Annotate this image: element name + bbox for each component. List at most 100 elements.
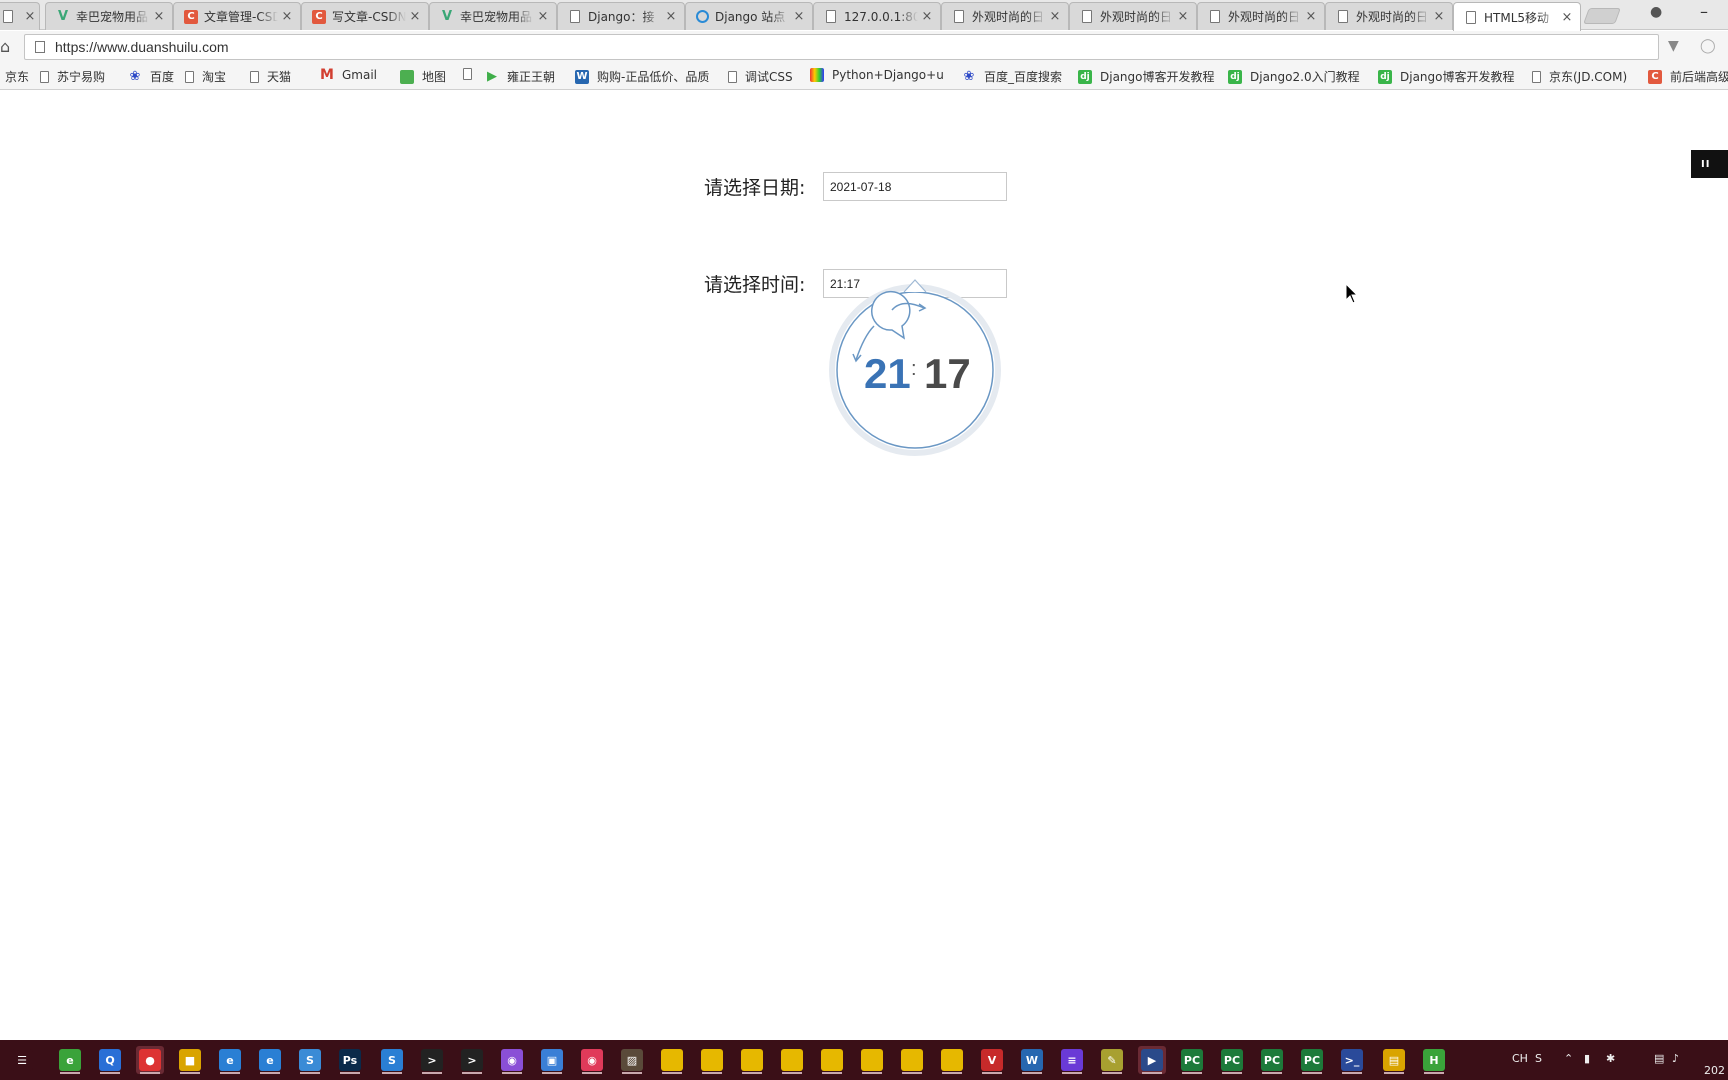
bookmark-item[interactable]: 调试CSS: [728, 68, 793, 85]
browser-tab[interactable]: Django：接 ×: [557, 2, 685, 30]
browser-tab[interactable]: V 幸巴宠物用品 ×: [45, 2, 173, 30]
bookmark-item[interactable]: dj Django博客开发教程: [1378, 68, 1515, 85]
clock-hour[interactable]: 21: [864, 350, 911, 398]
bookmark-item[interactable]: 京东(JD.COM): [1532, 68, 1627, 85]
app-icon[interactable]: ■: [176, 1046, 204, 1074]
tab-close-icon[interactable]: ×: [1302, 9, 1320, 24]
folder-icon[interactable]: [938, 1046, 966, 1074]
folder-icon[interactable]: [698, 1046, 726, 1074]
app-icon[interactable]: ▣: [538, 1046, 566, 1074]
bookmark-item[interactable]: dj Django博客开发教程: [1078, 68, 1215, 85]
app-icon[interactable]: ▤: [1380, 1046, 1408, 1074]
tab-close-icon[interactable]: ×: [1430, 9, 1448, 24]
bookmark-item[interactable]: 地图: [400, 68, 446, 85]
media-player-icon[interactable]: ▶: [1138, 1046, 1166, 1074]
tab-close-icon[interactable]: ×: [278, 9, 296, 24]
bookmark-item[interactable]: ❀ 百度_百度搜索: [962, 68, 1062, 85]
tab-close-icon[interactable]: ×: [406, 9, 424, 24]
bookmark-item[interactable]: [463, 68, 480, 80]
browser-tab[interactable]: V 幸巴宠物用品 ×: [429, 2, 557, 30]
color-wheel-icon[interactable]: ◉: [498, 1046, 526, 1074]
side-pause-button[interactable]: II: [1691, 150, 1728, 178]
bookmark-item[interactable]: 苏宁易购: [40, 68, 105, 85]
bluetooth-icon[interactable]: ✱: [1606, 1052, 1615, 1065]
terminal-icon[interactable]: >: [458, 1046, 486, 1074]
folder-icon[interactable]: [658, 1046, 686, 1074]
palette-icon[interactable]: ≡: [1058, 1046, 1086, 1074]
tab-close-icon[interactable]: ×: [150, 9, 168, 24]
network-icon[interactable]: ▤: [1654, 1052, 1664, 1065]
folder-icon[interactable]: [818, 1046, 846, 1074]
wps-icon[interactable]: W: [1018, 1046, 1046, 1074]
bookmark-item[interactable]: M Gmail: [320, 68, 377, 82]
qq-browser-icon[interactable]: Q: [96, 1046, 124, 1074]
browser-tab[interactable]: 127.0.0.1:80 ×: [813, 2, 941, 30]
address-bar[interactable]: https://www.duanshuilu.com: [24, 34, 1659, 60]
folder-icon[interactable]: [778, 1046, 806, 1074]
tray-clock[interactable]: 202: [1704, 1064, 1725, 1077]
date-input[interactable]: 2021-07-18: [823, 172, 1007, 201]
folder-icon[interactable]: [738, 1046, 766, 1074]
terminal-icon[interactable]: >: [418, 1046, 446, 1074]
tab-close-icon[interactable]: ×: [662, 9, 680, 24]
chrome-icon[interactable]: ●: [136, 1046, 164, 1074]
mic-icon[interactable]: ▮: [1584, 1052, 1590, 1065]
vue-devtools-icon[interactable]: ▼: [1668, 38, 1679, 54]
browser-tab[interactable]: 外观时尚的日 ×: [1325, 2, 1453, 30]
bookmark-item[interactable]: C 前后端高级: [1648, 68, 1728, 85]
bookmark-item[interactable]: ▶ 雍正王朝: [485, 68, 555, 85]
powershell-icon[interactable]: >_: [1338, 1046, 1366, 1074]
pycharm-icon[interactable]: PC: [1218, 1046, 1246, 1074]
360-browser-icon[interactable]: e: [56, 1046, 84, 1074]
bookmark-item[interactable]: Python+Django+u: [810, 68, 944, 82]
tab-close-icon[interactable]: ×: [1558, 10, 1576, 25]
minimize-icon[interactable]: –: [1700, 2, 1708, 21]
browser-tab[interactable]: C 文章管理-CSDN×: [173, 2, 301, 30]
vim-icon[interactable]: V: [978, 1046, 1006, 1074]
browser-tab[interactable]: HTML5移动 ×: [1453, 2, 1581, 31]
tab-close-icon[interactable]: ×: [1174, 9, 1192, 24]
clock-minute[interactable]: 17: [924, 350, 971, 398]
sogou-icon[interactable]: S: [1535, 1052, 1542, 1065]
tab-close-icon[interactable]: ×: [534, 9, 552, 24]
bookmark-item[interactable]: 天猫: [250, 68, 291, 85]
ie-icon[interactable]: e: [256, 1046, 284, 1074]
browser-tab[interactable]: 外观时尚的日 ×: [941, 2, 1069, 30]
photo-icon[interactable]: ▨: [618, 1046, 646, 1074]
bookmark-item[interactable]: dj Django2.0入门教程: [1228, 68, 1360, 85]
new-tab-button[interactable]: [1583, 8, 1621, 24]
bookmark-item[interactable]: ❀ 百度: [128, 68, 174, 85]
folder-icon[interactable]: [858, 1046, 886, 1074]
task-view-icon[interactable]: ☰: [8, 1046, 36, 1074]
camera-icon[interactable]: ◉: [578, 1046, 606, 1074]
tab-close-icon[interactable]: ×: [790, 9, 808, 24]
browser-tab[interactable]: 外观时尚的日 ×: [1197, 2, 1325, 30]
clock-picker[interactable]: 21 : 17: [820, 270, 1010, 460]
browser-tab[interactable]: C 写文章-CSDN ×: [301, 2, 429, 30]
tab-close-icon[interactable]: ×: [1046, 9, 1064, 24]
tab-close-icon[interactable]: ×: [918, 9, 936, 24]
hbuilder-icon[interactable]: H: [1420, 1046, 1448, 1074]
bookmark-item[interactable]: W 购购-正品低价、品质: [575, 68, 709, 85]
folder-icon[interactable]: [898, 1046, 926, 1074]
tray-expand-icon[interactable]: ⌃: [1564, 1052, 1573, 1065]
pycharm-icon[interactable]: PC: [1178, 1046, 1206, 1074]
ie-icon[interactable]: e: [216, 1046, 244, 1074]
volume-icon[interactable]: ♪: [1672, 1052, 1679, 1065]
browser-tab[interactable]: Django 站点 ×: [685, 2, 813, 30]
photoshop-icon[interactable]: Ps: [336, 1046, 364, 1074]
pycharm-icon[interactable]: PC: [1258, 1046, 1286, 1074]
browser-tab[interactable]: 外观时尚的日 ×: [1069, 2, 1197, 30]
bookmark-item[interactable]: 淘宝: [185, 68, 226, 85]
notes-icon[interactable]: ✎: [1098, 1046, 1126, 1074]
pycharm-icon[interactable]: PC: [1298, 1046, 1326, 1074]
tray-language[interactable]: CH: [1512, 1052, 1528, 1065]
sogou-browser-icon[interactable]: S: [296, 1046, 324, 1074]
browser-tab[interactable]: 用品×: [0, 2, 40, 30]
sogou-icon[interactable]: S: [378, 1046, 406, 1074]
home-icon[interactable]: ⌂: [0, 37, 10, 56]
tab-close-icon[interactable]: ×: [21, 9, 39, 24]
user-profile-icon[interactable]: ●: [1650, 4, 1662, 20]
extension-icon[interactable]: ◯: [1700, 38, 1716, 54]
bookmark-item[interactable]: 京东: [5, 68, 29, 85]
